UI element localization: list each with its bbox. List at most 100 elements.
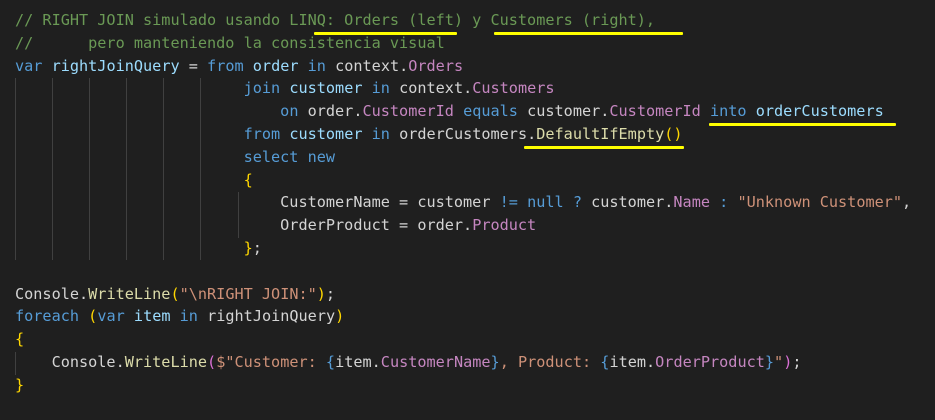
- code-token: Name: [673, 193, 710, 212]
- code-line[interactable]: {: [15, 169, 911, 192]
- code-token: :: [719, 193, 729, 212]
- underline-customers-right: [494, 32, 683, 35]
- code-token: CustomerId: [362, 102, 454, 121]
- code-lines[interactable]: // RIGHT JOIN simulado usando LINQ: Orde…: [15, 9, 911, 397]
- code-token: , Product:: [499, 352, 601, 371]
- code-token: item: [133, 307, 171, 326]
- code-token: (: [88, 307, 98, 326]
- code-line[interactable]: // pero manteniendo la consistencia visu…: [15, 32, 911, 55]
- code-token: order: [252, 56, 299, 75]
- code-line[interactable]: // RIGHT JOIN simulado usando LINQ: Orde…: [15, 9, 911, 32]
- code-token: {: [325, 352, 336, 371]
- code-token: from: [207, 56, 244, 75]
- code-token: WriteLine: [124, 352, 208, 371]
- code-token: var: [97, 307, 125, 326]
- code-token: orderCustomers: [755, 102, 884, 121]
- code-line[interactable]: }: [15, 374, 911, 397]
- underline-defaultifempty: [524, 146, 684, 149]
- code-token: =: [179, 56, 208, 75]
- code-token: "Unknown Customer": [737, 193, 903, 212]
- code-token: OrderProduct = order.: [15, 216, 473, 235]
- code-line[interactable]: Console.WriteLine($"Customer: {item.Cust…: [15, 351, 911, 374]
- code-token: in: [179, 307, 198, 326]
- code-token: ,: [902, 193, 912, 212]
- code-token: rightJoinQuery: [51, 56, 180, 75]
- code-editor[interactable]: // RIGHT JOIN simulado usando LINQ: Orde…: [0, 0, 935, 420]
- code-token: $"Customer:: [216, 352, 326, 371]
- code-token: new: [307, 147, 336, 166]
- code-token: orderCustomers.: [389, 124, 537, 143]
- code-token: select: [243, 147, 299, 166]
- code-token: CustomerId: [609, 102, 701, 121]
- code-token: customer.: [517, 102, 610, 121]
- code-token: }: [15, 375, 25, 394]
- code-line[interactable]: join customer in context.Customers: [15, 77, 911, 100]
- code-token: join: [243, 79, 281, 98]
- code-token: }: [490, 352, 500, 371]
- code-token: from: [243, 124, 281, 143]
- code-token: customer: [289, 124, 363, 143]
- code-token: customer: [289, 79, 363, 98]
- code-token: }: [243, 238, 253, 257]
- code-token: ): [783, 352, 793, 371]
- code-token: rightJoinQuery: [197, 307, 336, 326]
- underline-into-ordercustomers: [709, 123, 896, 126]
- code-token: in: [371, 79, 390, 98]
- code-token: ): [335, 307, 345, 326]
- code-line[interactable]: {: [15, 328, 911, 351]
- code-token: {: [243, 170, 253, 189]
- code-token: CustomerName: [380, 352, 491, 371]
- code-token: ;: [325, 284, 336, 303]
- code-line[interactable]: OrderProduct = order.Product: [15, 214, 911, 237]
- code-token: context.: [325, 56, 409, 75]
- code-line[interactable]: from customer in orderCustomers.DefaultI…: [15, 123, 911, 146]
- code-line[interactable]: select new: [15, 146, 911, 169]
- code-token: Console.: [15, 284, 89, 303]
- code-line[interactable]: foreach (var item in rightJoinQuery): [15, 305, 911, 328]
- code-token: into: [709, 102, 747, 121]
- code-token: item.: [335, 352, 381, 371]
- code-token: null: [527, 193, 564, 212]
- code-token: in: [307, 56, 326, 75]
- code-token: Orders: [408, 56, 464, 75]
- code-line[interactable]: [15, 260, 911, 283]
- code-token: on: [280, 102, 299, 121]
- code-token: ;: [252, 238, 262, 257]
- code-token: CustomerName = customer: [15, 193, 500, 212]
- code-token: Customers: [472, 79, 555, 98]
- code-token: var: [15, 56, 43, 75]
- code-line[interactable]: Console.WriteLine("\nRIGHT JOIN:");: [15, 283, 911, 306]
- code-token: (): [664, 124, 683, 143]
- code-line[interactable]: CustomerName = customer != null ? custom…: [15, 191, 911, 214]
- code-token: foreach: [15, 307, 80, 326]
- code-token: // RIGHT JOIN simulado usando LINQ: Orde…: [15, 11, 656, 29]
- code-token: customer.: [581, 193, 674, 212]
- code-token: Product: [472, 216, 537, 235]
- code-line[interactable]: var rightJoinQuery = from order in conte…: [15, 55, 911, 78]
- code-token: "\nRIGHT JOIN:": [179, 284, 317, 303]
- code-token: Console.: [15, 352, 125, 371]
- code-line[interactable]: on order.CustomerId equals customer.Cust…: [15, 100, 911, 123]
- code-token: WriteLine: [88, 284, 171, 303]
- code-token: context.: [389, 79, 473, 98]
- code-line[interactable]: };: [15, 237, 911, 260]
- code-token: (: [207, 352, 217, 371]
- code-token: {: [15, 330, 25, 349]
